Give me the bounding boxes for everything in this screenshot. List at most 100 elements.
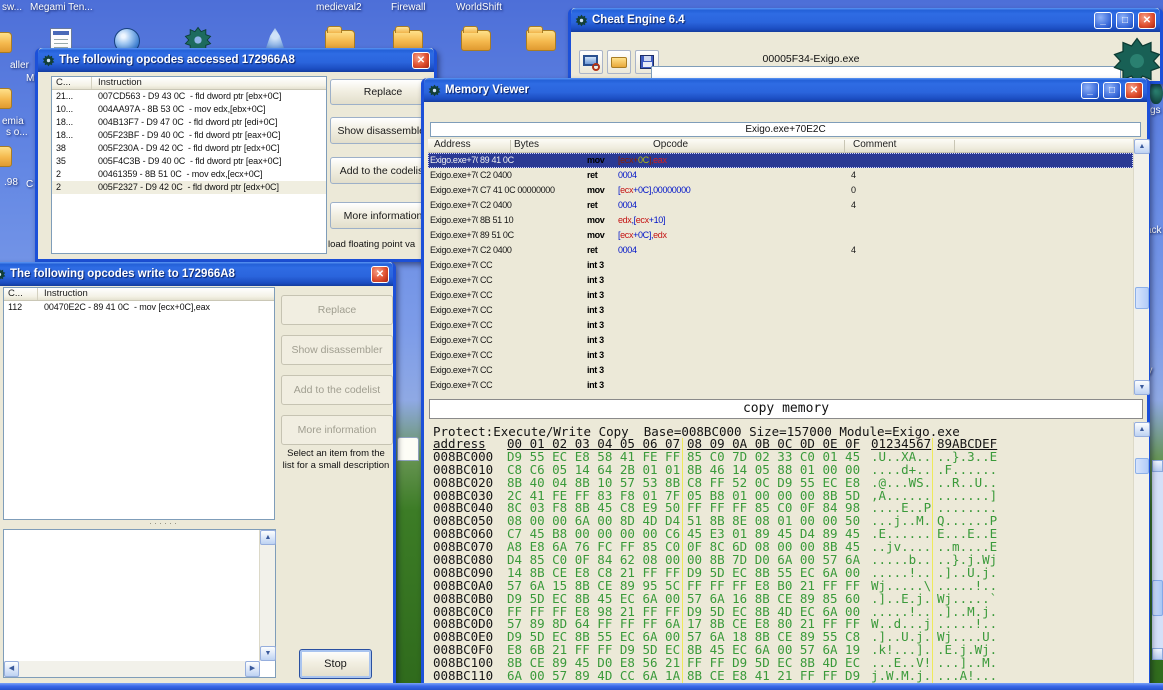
opcode-row[interactable]: 10...004AA97A - 8B 53 0C - mov edx,[ebx+… — [52, 103, 326, 116]
folder-icon[interactable] — [526, 30, 556, 51]
disassembly-row[interactable]: Exigo.exe+70E45 CC int 3 — [428, 258, 1133, 273]
menu-item[interactable] — [427, 111, 443, 113]
maximize-button[interactable]: □ — [1103, 82, 1121, 99]
opcode-row[interactable]: 18...004B13F7 - D9 47 0C - fld dword ptr… — [52, 116, 326, 129]
scroll-down-arrow[interactable]: ▼ — [260, 646, 276, 661]
close-button[interactable]: ✕ — [1138, 12, 1156, 29]
opcode-row[interactable]: 11200470E2C - 89 41 0C - mov [ecx+0C],ea… — [4, 301, 274, 314]
disassembly-row[interactable]: Exigo.exe+70E3F 89 51 0C mov [ecx+0C],ed… — [428, 228, 1133, 243]
taskbar-edge[interactable] — [0, 683, 1163, 690]
maximize-button[interactable]: □ — [1116, 12, 1134, 29]
menu-item[interactable] — [475, 111, 491, 113]
scrollbar-thumb[interactable] — [1135, 458, 1149, 474]
ce-title-bar[interactable]: Cheat Engine 6.4 _ □ ✕ — [571, 8, 1160, 32]
scroll-down-arrow[interactable]: ▼ — [1134, 380, 1150, 395]
disassembler-header[interactable]: Address Bytes Opcode Comment — [428, 139, 1133, 153]
minimize-button[interactable]: _ — [1094, 12, 1112, 29]
list-header[interactable]: C... Instruction — [52, 77, 326, 90]
opcode-row[interactable]: 2005F2327 - D9 42 0C - fld dword ptr [ed… — [52, 181, 326, 194]
column-header-opcode[interactable]: Opcode — [653, 139, 688, 150]
menu-item[interactable] — [491, 111, 507, 113]
desktop-icon-label-fragment[interactable]: gs — [1150, 105, 1161, 116]
minimize-button[interactable]: _ — [1081, 82, 1099, 99]
column-header-instruction[interactable]: Instruction — [38, 288, 88, 300]
close-button[interactable]: ✕ — [1125, 82, 1143, 99]
cheat-engine-desktop-icon-fragment[interactable] — [1150, 82, 1163, 104]
close-button[interactable]: ✕ — [371, 266, 389, 283]
scroll-left-arrow[interactable]: ◀ — [4, 661, 19, 677]
disassembly-row[interactable]: Exigo.exe+70E4C CC int 3 — [428, 363, 1133, 378]
select-process-button[interactable] — [579, 50, 603, 74]
disassembly-row[interactable]: Exigo.exe+70E2C 89 41 0C mov [ecx+0C],ea… — [428, 153, 1133, 168]
description-box[interactable]: ▲ ▼ ◀ ▶ — [3, 529, 276, 678]
background-window-scrollbar[interactable] — [1152, 460, 1163, 660]
title-bar[interactable]: The following opcodes accessed 172966A8 … — [38, 48, 434, 72]
desktop-icon-label-fragment[interactable]: .98 — [4, 177, 18, 188]
scrollbar-thumb[interactable] — [1152, 580, 1163, 616]
desktop-icon-label-worldshift[interactable]: WorldShift — [456, 2, 502, 13]
menu-item[interactable] — [459, 111, 475, 113]
disassembly-row[interactable]: Exigo.exe+70E32 C7 41 0C 00000000 mov [e… — [428, 183, 1133, 198]
column-header-bytes[interactable]: Bytes — [514, 139, 539, 150]
disassembly-row[interactable]: Exigo.exe+70E4A CC int 3 — [428, 333, 1133, 348]
disassembler-scrollbar[interactable]: ▲ ▼ — [1133, 139, 1149, 395]
show-disassembler-button[interactable]: Show disassembler — [281, 335, 393, 365]
menu-item[interactable] — [574, 41, 590, 43]
scroll-right-arrow[interactable]: ▶ — [245, 661, 260, 677]
disassembler-list[interactable]: Exigo.exe+70E2C 89 41 0C mov [ecx+0C],ea… — [428, 153, 1133, 393]
disassembly-row[interactable]: Exigo.exe+70E48 CC int 3 — [428, 303, 1133, 318]
menu-item[interactable] — [606, 41, 622, 43]
menu-item[interactable] — [507, 111, 523, 113]
opcode-row[interactable]: 38005F230A - D9 42 0C - fld dword ptr [e… — [52, 142, 326, 155]
disassembly-row[interactable]: Exigo.exe+70E4D CC int 3 — [428, 378, 1133, 393]
hex-view[interactable]: Protect:Execute/Write Copy Base=008BC000… — [427, 422, 1133, 690]
opcode-row[interactable]: 35005F4C3B - D9 40 0C - fld dword ptr [e… — [52, 155, 326, 168]
desktop-icon-label-fragment[interactable]: emia — [2, 116, 24, 127]
desktop-icon-label[interactable]: sw... — [2, 2, 22, 13]
more-information-button[interactable]: More information — [281, 415, 393, 445]
title-bar[interactable]: The following opcodes write to 172966A8 … — [0, 262, 393, 286]
description-horizontal-scrollbar[interactable]: ◀ ▶ — [4, 661, 260, 677]
menu-item[interactable] — [638, 41, 654, 43]
scroll-up-arrow[interactable]: ▲ — [1134, 139, 1150, 154]
desktop-icon-label-fragment[interactable]: M — [26, 73, 34, 84]
copy-memory-bar[interactable]: copy memory — [429, 399, 1143, 419]
disassembly-row[interactable]: Exigo.exe+70E46 CC int 3 — [428, 273, 1133, 288]
desktop-icon-label-fragment[interactable]: C — [26, 179, 33, 190]
description-vertical-scrollbar[interactable]: ▲ ▼ — [259, 530, 275, 661]
opcode-list[interactable]: C... Instruction 11200470E2C - 89 41 0C … — [3, 287, 275, 520]
desktop-icon-label-megami[interactable]: Megami Ten... — [30, 2, 93, 13]
stop-button[interactable]: Stop — [299, 649, 372, 679]
scrollbar-thumb[interactable] — [1135, 287, 1149, 309]
title-bar[interactable]: Memory Viewer _ □ ✕ — [424, 78, 1147, 102]
menu-item[interactable] — [622, 41, 638, 43]
folder-icon[interactable] — [461, 30, 491, 51]
disassembly-row[interactable]: Exigo.exe+70E47 CC int 3 — [428, 288, 1133, 303]
column-header-count[interactable]: C... — [4, 288, 38, 300]
column-header-address[interactable]: Address — [434, 139, 471, 150]
column-header-instruction[interactable]: Instruction — [92, 77, 142, 89]
folder-icon[interactable] — [0, 88, 12, 109]
splitter-handle[interactable]: ······ — [149, 518, 179, 528]
disassembly-row[interactable]: Exigo.exe+70E3C 8B 51 10 mov edx,[ecx+10… — [428, 213, 1133, 228]
hex-row[interactable]: 008BC110 6A 00 57 89 4D CC 6A 1A 8B CE E… — [433, 670, 1133, 683]
folder-icon[interactable] — [0, 146, 12, 167]
open-table-button[interactable] — [607, 50, 631, 74]
column-header-comment[interactable]: Comment — [853, 139, 896, 150]
close-button[interactable]: ✕ — [412, 52, 430, 69]
desktop-icon-label-fragment[interactable]: aller — [10, 60, 29, 71]
scroll-up-arrow[interactable]: ▲ — [260, 530, 276, 545]
menu-item[interactable] — [443, 111, 459, 113]
desktop-icon-label-firewall[interactable]: Firewall — [391, 2, 425, 13]
desktop-icon-label-fragment[interactable]: s o... — [6, 127, 28, 138]
address-bar[interactable]: Exigo.exe+70E2C — [430, 122, 1141, 137]
scroll-up-arrow[interactable] — [1152, 460, 1163, 472]
disassembly-row[interactable]: Exigo.exe+70E39 C2 0400 ret 0004 4 — [428, 198, 1133, 213]
opcode-list[interactable]: C... Instruction 21...007CD563 - D9 43 0… — [51, 76, 327, 254]
opcode-row[interactable]: 200461359 - 8B 51 0C - mov edx,[ecx+0C] — [52, 168, 326, 181]
list-header[interactable]: C... Instruction — [4, 288, 274, 301]
menu-item[interactable] — [590, 41, 606, 43]
disassembly-row[interactable]: Exigo.exe+70E42 C2 0400 ret 0004 4 — [428, 243, 1133, 258]
disassembly-row[interactable]: Exigo.exe+70E49 CC int 3 — [428, 318, 1133, 333]
opcode-row[interactable]: 18...005F23BF - D9 40 0C - fld dword ptr… — [52, 129, 326, 142]
